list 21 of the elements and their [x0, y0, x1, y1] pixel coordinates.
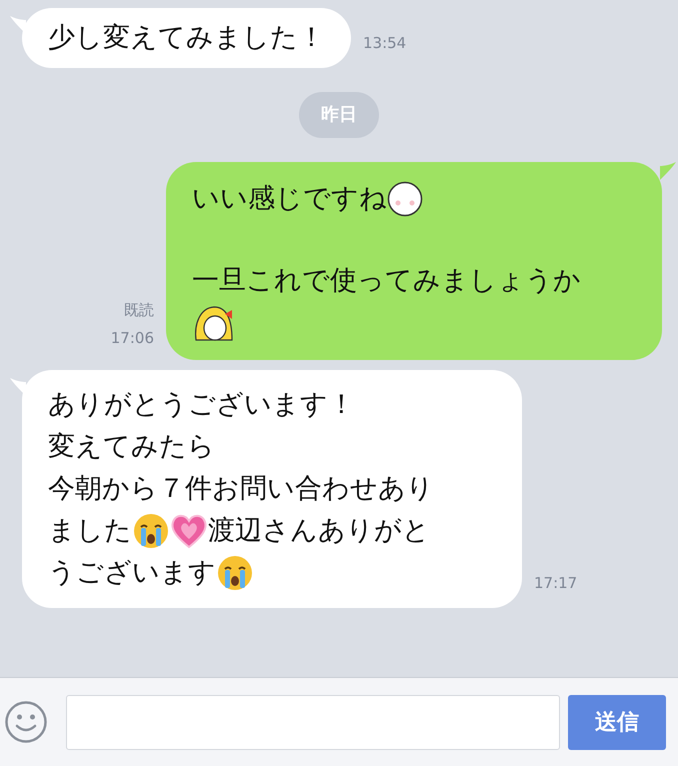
message-text: 少し変えてみました！	[48, 21, 325, 55]
date-chip: 昨日	[299, 92, 379, 138]
message-text: 一旦これで使ってみましょうか	[192, 264, 581, 298]
message-text: いい感じですね	[192, 182, 387, 216]
message-time: 17:06	[110, 328, 154, 349]
message-text: 渡辺さんありがと	[208, 514, 430, 548]
heart-icon	[170, 513, 208, 549]
crying-face-icon	[132, 512, 170, 550]
sticker-icon	[387, 181, 423, 217]
message-text: 今朝から７件お問い合わせあり	[48, 472, 434, 506]
message-time: 17:17	[534, 572, 578, 594]
message-text: うございます	[48, 556, 216, 590]
send-button[interactable]: 送信	[568, 694, 666, 750]
message-time: 13:54	[363, 32, 406, 54]
emoji-icon[interactable]	[4, 700, 48, 744]
crying-face-icon	[216, 554, 254, 592]
read-receipt: 既読	[124, 300, 154, 321]
message-text: ました	[48, 514, 132, 548]
message-text: ありがとうございます！	[48, 388, 355, 422]
message-input[interactable]	[66, 694, 560, 750]
message-text: 変えてみたら	[48, 430, 215, 464]
